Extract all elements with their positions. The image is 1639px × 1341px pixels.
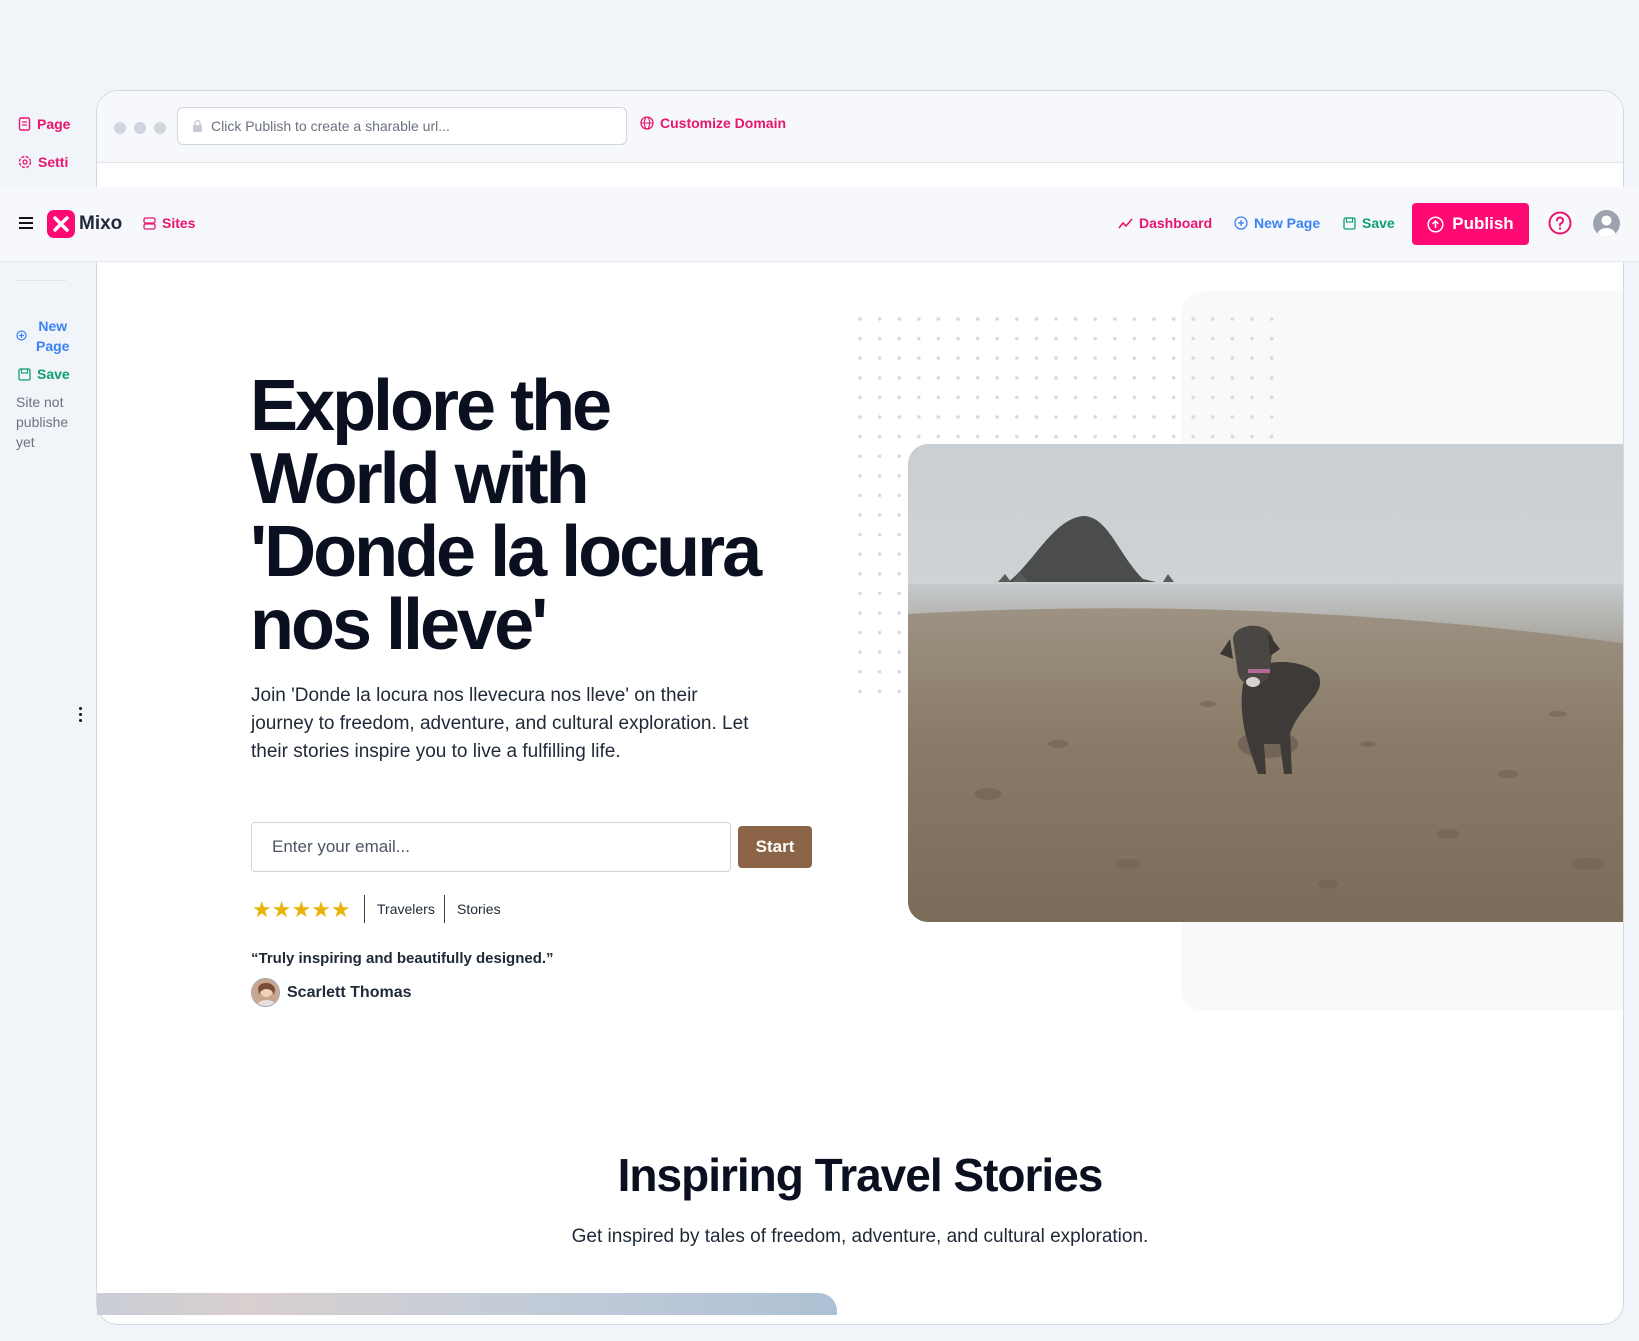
- globe-icon: [640, 116, 654, 130]
- hero-title: Explore the World with 'Donde la locura …: [250, 366, 762, 665]
- rating-divider-2: [444, 895, 445, 923]
- hero-image: [908, 444, 1623, 922]
- settings-icon: [18, 155, 32, 169]
- publish-button[interactable]: Publish: [1412, 203, 1529, 245]
- more-vertical-icon[interactable]: [78, 706, 84, 724]
- plus-circle-icon: [1234, 216, 1248, 230]
- sites-link[interactable]: Sites: [143, 215, 195, 231]
- window-dot-3: [154, 122, 166, 134]
- help-icon[interactable]: [1548, 211, 1572, 235]
- browser-chrome: Customize Domain: [97, 91, 1623, 163]
- url-bar[interactable]: [177, 107, 627, 145]
- sites-label: Sites: [162, 215, 196, 231]
- sidebar-item-settings[interactable]: Setti: [18, 154, 72, 170]
- brand-logo[interactable]: Mixo: [47, 210, 122, 238]
- dashboard-label: Dashboard: [1139, 215, 1213, 231]
- story-card-image-peek: [97, 1293, 837, 1315]
- save-icon: [1343, 216, 1356, 230]
- new-page-label: New Page: [1254, 215, 1321, 231]
- sidebar-new-page-line2: Page: [36, 338, 70, 354]
- sidebar-publish-status: Site not publishe yet: [16, 392, 72, 452]
- window-dot-1: [114, 122, 126, 134]
- rating-stars: ★★★★★: [252, 897, 351, 922]
- menu-icon[interactable]: [19, 217, 33, 229]
- sidebar-new-page-line1: New: [38, 318, 68, 334]
- user-avatar-icon[interactable]: [1593, 210, 1620, 237]
- dashboard-link[interactable]: Dashboard: [1118, 215, 1212, 231]
- trend-icon: [1118, 217, 1133, 228]
- save-link[interactable]: Save: [1343, 215, 1395, 231]
- url-input[interactable]: [211, 118, 611, 134]
- hero-subtitle: Join 'Donde la locura nos llevecura nos …: [251, 685, 749, 762]
- testimonial-author: Scarlett Thomas: [287, 984, 412, 1001]
- mixo-logo-icon: [47, 210, 75, 238]
- customize-domain-label: Customize Domain: [660, 115, 787, 131]
- page-icon: [18, 117, 31, 131]
- lock-icon: [193, 119, 202, 132]
- upload-icon: [1427, 215, 1444, 233]
- publish-label: Publish: [1452, 214, 1514, 233]
- sites-icon: [143, 216, 156, 230]
- status-line-2: publishe: [16, 414, 69, 430]
- brand-name: Mixo: [79, 213, 123, 234]
- window-dot-2: [134, 122, 146, 134]
- app-top-nav: Mixo Sites Dashboard New Page Save Publi…: [0, 187, 1639, 262]
- sidebar-item-page[interactable]: Page: [18, 116, 72, 132]
- status-line-1: Site not: [16, 394, 64, 410]
- sidebar-item-page-label: Page: [37, 116, 71, 132]
- sidebar-divider: [16, 280, 66, 281]
- stories-subtitle: Get inspired by tales of freedom, advent…: [571, 1226, 1149, 1247]
- email-input[interactable]: [251, 822, 731, 872]
- rating-label-stories: Stories: [457, 901, 501, 917]
- save-icon: [18, 367, 31, 381]
- new-page-link[interactable]: New Page: [1234, 215, 1320, 231]
- start-button[interactable]: Start: [738, 826, 812, 868]
- rating-label-travelers: Travelers: [377, 901, 435, 917]
- beach-dog-photo: [908, 444, 1623, 922]
- testimonial-quote: “Truly inspiring and beautifully designe…: [251, 950, 554, 967]
- stories-title: Inspiring Travel Stories: [617, 1149, 1104, 1201]
- testimonial-avatar: [251, 978, 280, 1007]
- sidebar-item-settings-label: Setti: [38, 154, 69, 170]
- sidebar-item-save[interactable]: Save: [18, 366, 74, 382]
- rating-divider-1: [364, 895, 365, 923]
- save-label: Save: [1362, 215, 1395, 231]
- sidebar-item-save-label: Save: [37, 366, 70, 382]
- status-line-3: yet: [16, 434, 35, 450]
- plus-circle-icon: [16, 330, 27, 341]
- customize-domain-link[interactable]: Customize Domain: [640, 115, 786, 131]
